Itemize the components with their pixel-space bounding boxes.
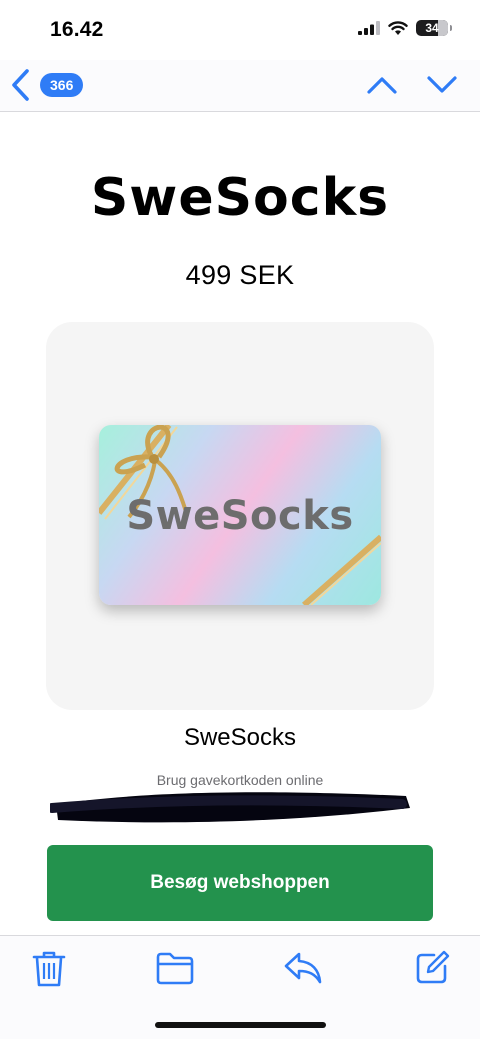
battery-icon: 34 (416, 20, 452, 36)
compose-icon[interactable] (414, 950, 450, 986)
wifi-icon (388, 20, 408, 35)
visit-webshop-button[interactable]: Besøg webshoppen (47, 845, 433, 921)
folder-icon[interactable] (155, 950, 195, 986)
chevron-down-icon[interactable] (426, 72, 458, 98)
chevron-up-icon[interactable] (366, 72, 398, 98)
status-icons: 34 (358, 20, 452, 36)
battery-level: 34 (425, 21, 439, 35)
mail-nav-bar: 366 (0, 60, 480, 112)
merchant-name: SweSocks (183, 724, 297, 751)
redacted-gift-code (50, 792, 410, 823)
status-time: 16.42 (50, 18, 104, 41)
gift-card-price: 499 SEK (185, 260, 295, 290)
unread-count-badge: 366 (40, 73, 84, 97)
back-button[interactable]: 366 (10, 68, 84, 102)
home-indicator[interactable] (155, 1022, 326, 1028)
reply-icon[interactable] (283, 950, 323, 986)
signal-icon (358, 21, 380, 35)
gift-card-panel: SweSocks (46, 322, 434, 710)
status-bar: 16.42 34 (0, 0, 480, 60)
trash-icon[interactable] (31, 950, 67, 988)
gift-card-logo-text: SweSocks (126, 493, 354, 539)
chevron-left-icon (12, 69, 29, 101)
gift-card-image: SweSocks (99, 425, 381, 605)
brand-title: SweSocks (90, 168, 390, 228)
